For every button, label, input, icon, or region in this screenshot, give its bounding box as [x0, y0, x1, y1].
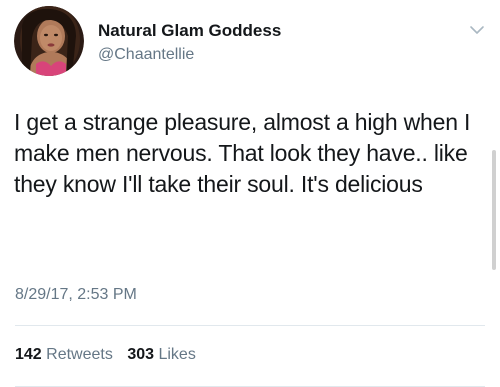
tweet-text: I get a strange pleasure, almost a high …	[14, 109, 471, 197]
scrollbar[interactable]	[492, 150, 496, 270]
avatar[interactable]	[14, 6, 84, 76]
tweet-stats: 142 Retweets 303 Likes	[15, 346, 196, 364]
retweets-count: 142	[15, 346, 42, 363]
tweet-card: Natural Glam Goddess @Chaantellie I get …	[0, 0, 500, 387]
divider	[15, 325, 485, 326]
user-handle[interactable]: @Chaantellie	[98, 46, 194, 64]
likes-count: 303	[127, 346, 155, 363]
retweets-stat[interactable]: 142 Retweets	[15, 346, 113, 364]
likes-stat[interactable]: 303 Likes	[127, 346, 196, 364]
chevron-down-icon[interactable]	[469, 24, 485, 36]
tweet-timestamp[interactable]: 8/29/17, 2:53 PM	[15, 286, 137, 304]
retweets-label: Retweets	[46, 346, 113, 363]
likes-label: Likes	[158, 346, 196, 363]
profile-photo-icon	[14, 6, 84, 76]
display-name[interactable]: Natural Glam Goddess	[98, 21, 281, 41]
